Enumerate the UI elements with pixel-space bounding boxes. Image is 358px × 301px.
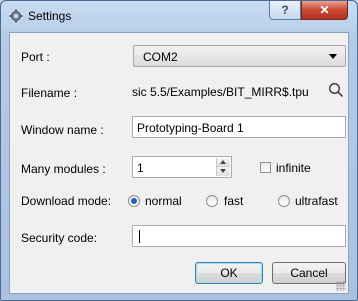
help-icon: ? (281, 3, 289, 17)
window-name-label: Window name : (21, 123, 104, 137)
radio-ultrafast[interactable] (278, 195, 290, 207)
cancel-button[interactable]: Cancel (272, 262, 346, 284)
radio-fast[interactable] (206, 195, 218, 207)
radio-ultrafast-label: ultrafast (295, 194, 338, 208)
window-name-field[interactable]: Prototyping-Board 1 (132, 116, 346, 138)
many-modules-value: 1 (137, 161, 144, 175)
resize-grip[interactable] (336, 281, 346, 291)
many-modules-spinner[interactable]: 1 (132, 156, 232, 178)
spinner-buttons[interactable] (216, 158, 230, 176)
text-cursor (139, 230, 140, 243)
port-select[interactable]: COM2 (133, 45, 346, 67)
help-button[interactable]: ? (269, 1, 301, 20)
port-label: Port : (21, 50, 50, 64)
close-button[interactable]: ✕ (301, 1, 348, 20)
window-title: Settings (28, 9, 72, 23)
search-icon[interactable] (328, 82, 344, 103)
spinner-up-button[interactable] (217, 158, 230, 167)
chevron-down-icon (329, 54, 337, 59)
many-modules-label: Many modules : (21, 162, 106, 176)
infinite-checkbox[interactable] (260, 162, 271, 173)
radio-normal-label: normal (145, 194, 182, 208)
chevron-down-icon (220, 169, 226, 173)
settings-window: Settings ? ✕ Port : COM2 Filename : sic … (0, 0, 358, 301)
ok-button[interactable]: OK (195, 262, 263, 284)
settings-form: Port : COM2 Filename : sic 5.5/Examples/… (9, 32, 349, 294)
download-mode-label: Download mode: (21, 194, 112, 208)
window-name-value: Prototyping-Board 1 (137, 121, 244, 135)
close-icon: ✕ (319, 3, 330, 17)
title-bar[interactable]: Settings ? ✕ (1, 1, 357, 31)
filename-label: Filename : (21, 86, 78, 100)
security-code-field[interactable] (132, 225, 346, 247)
security-code-label: Security code: (21, 231, 98, 245)
radio-fast-label: fast (224, 194, 244, 208)
port-value: COM2 (143, 50, 178, 64)
filename-value: sic 5.5/Examples/BIT_MIRR$.tpu (132, 85, 309, 99)
infinite-label: infinite (276, 161, 311, 175)
app-gear-icon (9, 9, 23, 23)
chevron-up-icon (220, 160, 226, 164)
filename-field[interactable]: sic 5.5/Examples/BIT_MIRR$.tpu (132, 80, 325, 104)
radio-normal[interactable] (128, 195, 140, 207)
spinner-down-button[interactable] (217, 167, 230, 176)
